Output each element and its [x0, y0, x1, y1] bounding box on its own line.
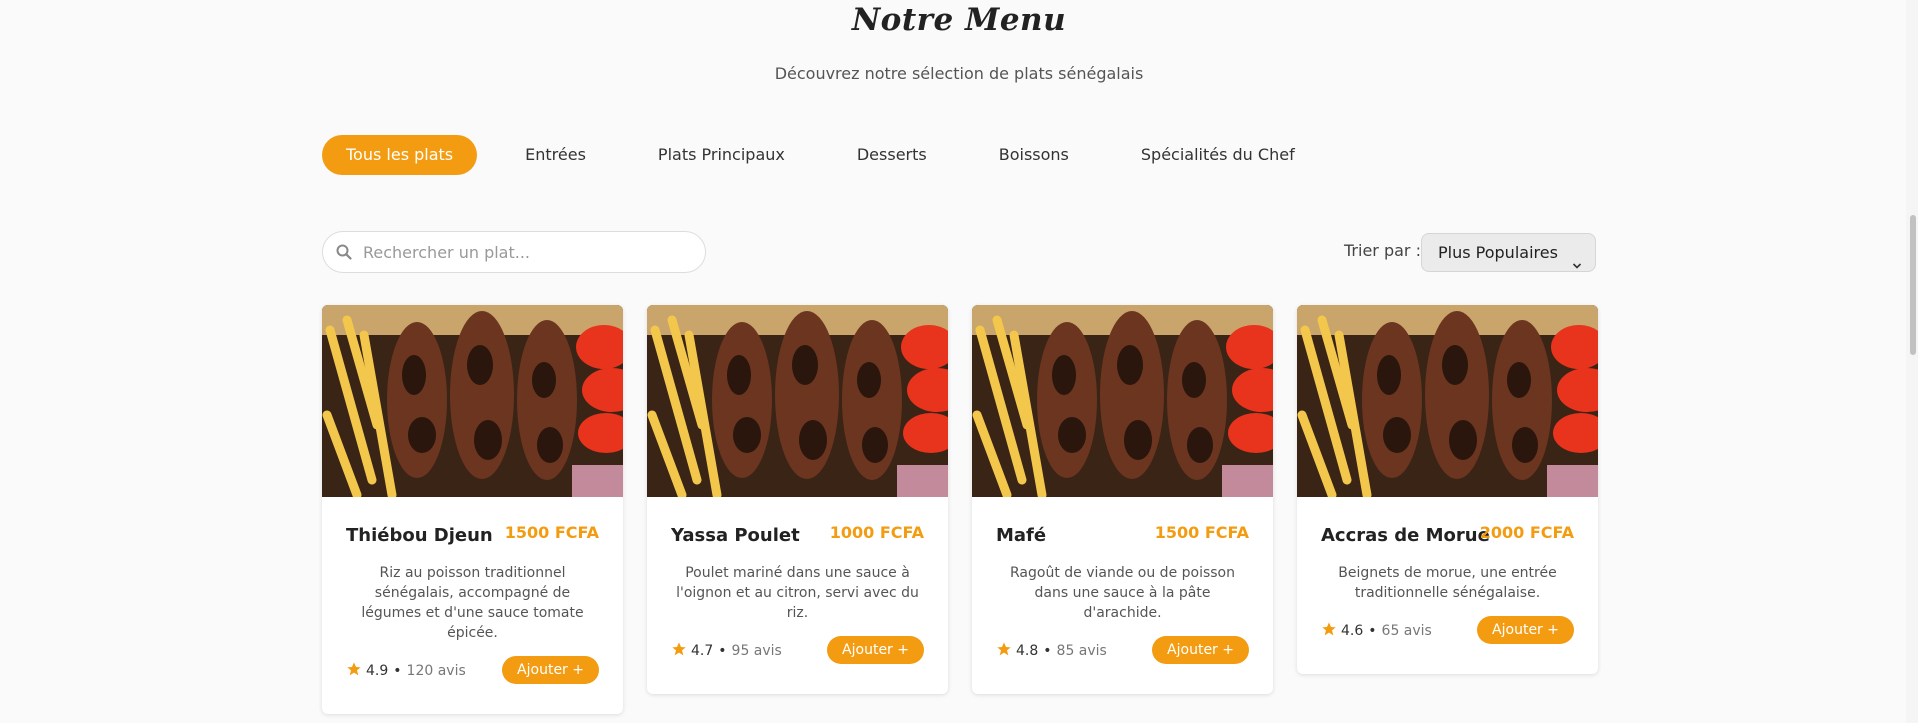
- dish-image: [647, 305, 948, 497]
- review-count: 85 avis: [1056, 643, 1107, 659]
- card-body: Yassa Poulet 1000 FCFA Poulet mariné dan…: [647, 497, 948, 664]
- review-count: 120 avis: [406, 663, 466, 679]
- dish-name: Thiébou Djeun: [346, 525, 493, 546]
- dish-image: [1297, 305, 1598, 497]
- separator-dot: •: [1368, 623, 1377, 639]
- card-footer: 4.8 • 85 avis Ajouter +: [996, 636, 1249, 664]
- star-icon: [1321, 621, 1337, 641]
- separator-dot: •: [393, 663, 402, 679]
- chevron-down-icon: [1572, 247, 1582, 284]
- review-count: 95 avis: [731, 643, 782, 659]
- add-to-cart-button[interactable]: Ajouter +: [827, 636, 924, 664]
- dish-card: Thiébou Djeun 1500 FCFA Riz au poisson t…: [322, 305, 623, 714]
- card-body: Accras de Morue 2000 FCFA Beignets de mo…: [1297, 497, 1598, 644]
- rating-value: 4.9: [366, 663, 389, 679]
- dish-description: Riz au poisson traditionnel sénégalais, …: [361, 565, 584, 641]
- scrollbar-thumb[interactable]: [1910, 215, 1916, 355]
- sort-label: Trier par :: [1344, 241, 1421, 260]
- dish-name: Mafé: [996, 525, 1047, 546]
- search-box: [322, 231, 706, 273]
- dish-image: [972, 305, 1273, 497]
- dish-name: Accras de Morue: [1321, 525, 1490, 546]
- star-icon: [996, 641, 1012, 661]
- dish-rating: 4.8 • 85 avis: [996, 641, 1107, 661]
- dish-rating: 4.7 • 95 avis: [671, 641, 782, 661]
- card-header: Accras de Morue 2000 FCFA: [1321, 523, 1574, 553]
- separator-dot: •: [1043, 643, 1052, 659]
- dish-rating: 4.9 • 120 avis: [346, 661, 466, 681]
- card-header: Thiébou Djeun 1500 FCFA: [346, 523, 599, 553]
- dish-name: Yassa Poulet: [671, 525, 800, 546]
- dish-card: Accras de Morue 2000 FCFA Beignets de mo…: [1297, 305, 1598, 674]
- card-body: Thiébou Djeun 1500 FCFA Riz au poisson t…: [322, 497, 623, 684]
- search-icon: [336, 244, 352, 264]
- tab-main-dishes[interactable]: Plats Principaux: [634, 135, 809, 175]
- dish-description: Ragoût de viande ou de poisson dans une …: [1010, 565, 1235, 621]
- card-footer: 4.6 • 65 avis Ajouter +: [1321, 616, 1574, 644]
- tab-all[interactable]: Tous les plats: [322, 135, 478, 175]
- tab-chef-specials[interactable]: Spécialités du Chef: [1117, 135, 1319, 175]
- dish-rating: 4.6 • 65 avis: [1321, 621, 1432, 641]
- card-header: Mafé 1500 FCFA: [996, 523, 1249, 553]
- tab-drinks[interactable]: Boissons: [975, 135, 1093, 175]
- page-subtitle: Découvrez notre sélection de plats sénég…: [774, 64, 1144, 83]
- rating-value: 4.7: [691, 643, 714, 659]
- dish-description: Poulet mariné dans une sauce à l'oignon …: [676, 565, 919, 621]
- dish-card: Yassa Poulet 1000 FCFA Poulet mariné dan…: [647, 305, 948, 694]
- dish-image: [322, 305, 623, 497]
- dish-price: 1000 FCFA: [829, 523, 924, 542]
- tab-desserts[interactable]: Desserts: [833, 135, 951, 175]
- dish-price: 1500 FCFA: [504, 523, 599, 542]
- rating-value: 4.6: [1341, 623, 1364, 639]
- separator-dot: •: [718, 643, 727, 659]
- tab-starters[interactable]: Entrées: [501, 135, 610, 175]
- dish-card: Mafé 1500 FCFA Ragoût de viande ou de po…: [972, 305, 1273, 694]
- card-footer: 4.7 • 95 avis Ajouter +: [671, 636, 924, 664]
- page: Notre Menu Découvrez notre sélection de …: [0, 0, 1918, 723]
- review-count: 65 avis: [1381, 623, 1432, 639]
- dish-description: Beignets de morue, une entrée traditionn…: [1338, 565, 1557, 601]
- dish-price: 2000 FCFA: [1479, 523, 1574, 542]
- page-scrollbar[interactable]: [1906, 0, 1918, 723]
- add-to-cart-button[interactable]: Ajouter +: [1477, 616, 1574, 644]
- card-header: Yassa Poulet 1000 FCFA: [671, 523, 924, 553]
- card-footer: 4.9 • 120 avis Ajouter +: [346, 656, 599, 684]
- dish-price: 1500 FCFA: [1154, 523, 1249, 542]
- star-icon: [671, 641, 687, 661]
- card-body: Mafé 1500 FCFA Ragoût de viande ou de po…: [972, 497, 1273, 664]
- category-tabs: Tous les plats Entrées Plats Principaux …: [322, 135, 1343, 175]
- sort-select[interactable]: Plus Populaires: [1421, 233, 1596, 272]
- sort-selected-value: Plus Populaires: [1438, 243, 1558, 262]
- search-input[interactable]: [363, 232, 693, 272]
- star-icon: [346, 661, 362, 681]
- page-title: Notre Menu: [851, 2, 1067, 38]
- add-to-cart-button[interactable]: Ajouter +: [502, 656, 599, 684]
- rating-value: 4.8: [1016, 643, 1039, 659]
- add-to-cart-button[interactable]: Ajouter +: [1152, 636, 1249, 664]
